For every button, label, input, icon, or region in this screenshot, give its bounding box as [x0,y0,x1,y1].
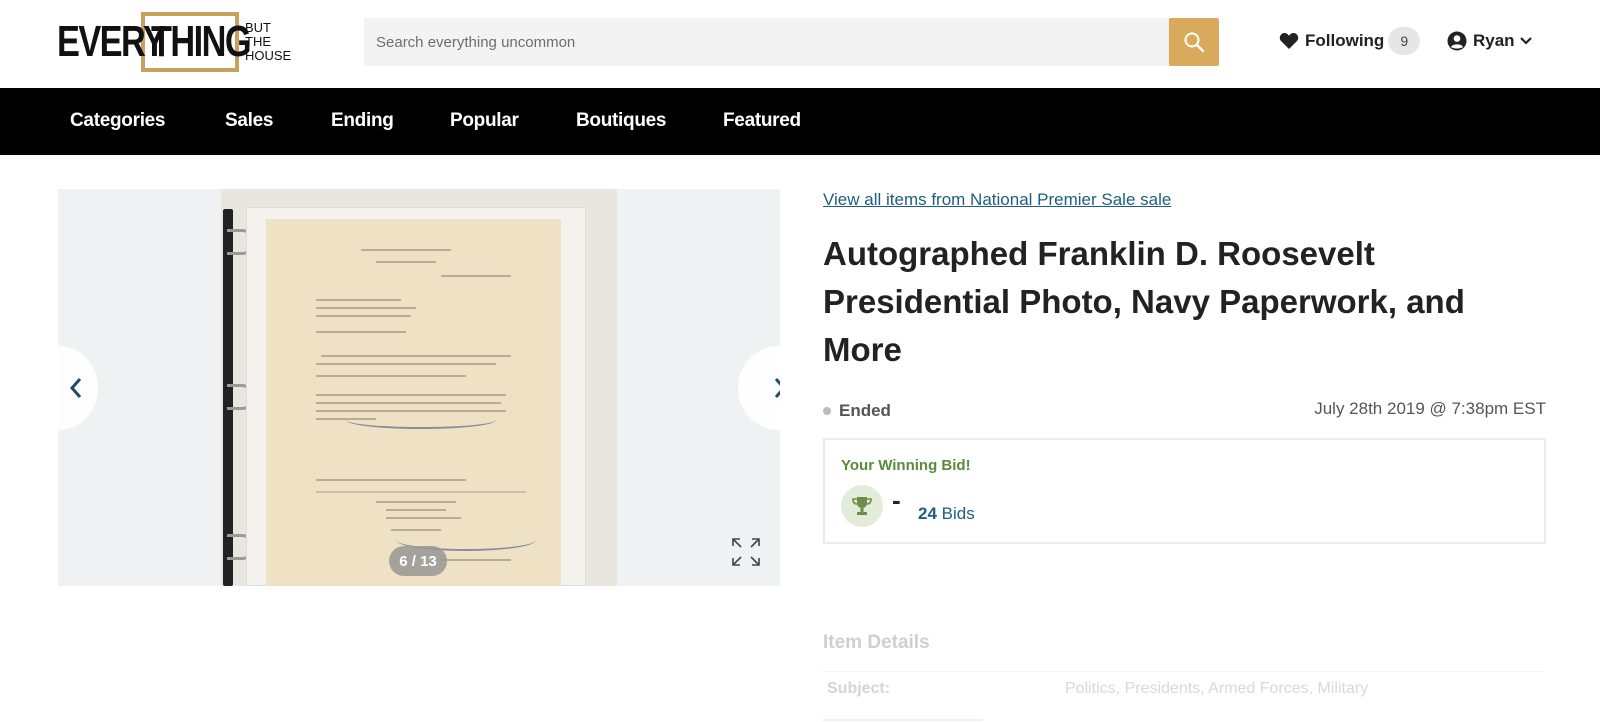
bid-count-number: 24 [918,504,937,523]
document-paper [266,219,561,586]
end-date: July 28th 2019 @ 7:38pm EST [1314,399,1546,418]
bid-count-label: Bids [941,504,975,523]
auction-status: Ended [823,401,891,421]
image-gallery: 6 / 13 [58,189,780,586]
bid-amount: - [892,485,901,515]
heart-icon [1279,32,1299,49]
sale-link[interactable]: View all items from National Premier Sal… [823,190,1171,210]
nav-sales[interactable]: Sales [225,110,273,132]
status-text: Ended [839,401,891,420]
account-menu[interactable]: Ryan [1447,24,1533,58]
following-count-badge: 9 [1388,27,1421,55]
gallery-next-button[interactable] [738,346,780,430]
logo-tagline: BUT THE HOUSE [245,21,291,63]
winning-bid-panel: Your Winning Bid! - 24 Bids [823,438,1546,544]
search-bar [364,18,1219,66]
following-label: Following [1305,31,1385,50]
nav-ending[interactable]: Ending [331,110,394,132]
image-counter: 6 / 13 [389,546,447,576]
logo-tagline-2: THE [245,34,271,49]
status-dot-icon [823,407,831,415]
user-circle-icon [1447,31,1467,51]
logo-thing-box: THING [141,12,252,72]
item-details-heading: Item Details [823,632,930,653]
site-logo[interactable]: EVERY THING BUT THE HOUSE [57,12,291,72]
search-input[interactable] [364,18,1169,66]
chevron-left-icon [69,378,82,398]
site-header: EVERY THING BUT THE HOUSE Following 9 [0,0,1600,88]
expand-icon[interactable] [731,537,761,567]
chevron-right-icon [774,378,780,398]
logo-thing-text: THING [151,17,252,66]
nav-categories[interactable]: Categories [70,110,166,132]
main-nav: Categories Sales Ending Popular Boutique… [0,88,1600,155]
nav-popular[interactable]: Popular [450,110,519,132]
detail-row: Subject: Politics, Presidents, Armed For… [823,671,1543,705]
detail-key: Subject: [827,680,891,697]
logo-every-text: EVERY [57,17,166,66]
search-icon [1184,32,1205,53]
following-button[interactable]: Following 9 [1279,24,1421,58]
trophy-icon [852,497,872,515]
item-photo[interactable] [221,189,617,586]
trophy-badge [841,485,883,527]
chevron-down-icon [1519,37,1532,45]
logo-tagline-1: BUT [245,20,271,35]
search-button[interactable] [1169,18,1219,66]
detail-value: Politics, Presidents, Armed Forces, Mili… [1065,680,1369,697]
detail-divider [823,719,983,721]
gallery-prev-button[interactable] [58,346,98,430]
account-name: Ryan [1473,31,1515,50]
item-title: Autographed Franklin D. Roosevelt Presid… [823,235,1465,368]
bid-count-link[interactable]: 24 Bids [918,504,975,524]
logo-tagline-3: HOUSE [245,48,292,63]
winning-bid-heading: Your Winning Bid! [841,457,971,474]
nav-boutiques[interactable]: Boutiques [576,110,666,132]
nav-featured[interactable]: Featured [723,110,801,132]
